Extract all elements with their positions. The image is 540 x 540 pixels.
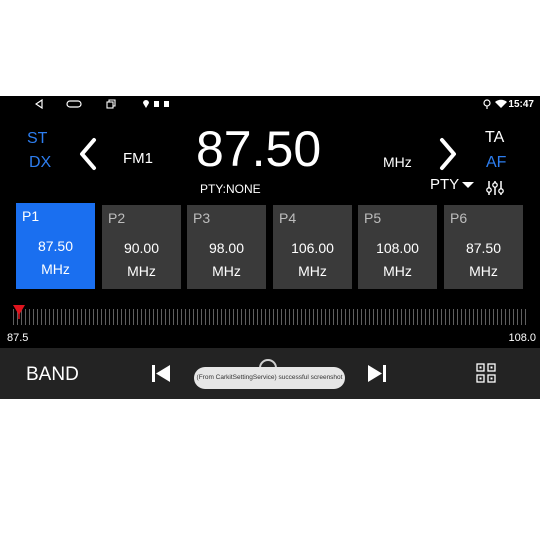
band-name: FM1 — [123, 150, 153, 167]
preset-unit: MHz — [469, 263, 498, 279]
preset-unit: MHz — [298, 263, 327, 279]
equalizer-icon[interactable] — [486, 180, 504, 196]
radio-screen: 15:47 ST DX FM1 87.50 MHz PTY:NONE TA AF… — [0, 96, 540, 399]
image-icon — [164, 101, 169, 107]
preset-unit: MHz — [383, 263, 412, 279]
preset-p6[interactable]: P6 87.50 MHz — [444, 205, 523, 289]
preset-unit: MHz — [212, 263, 241, 279]
preset-frequency: 106.00 — [291, 240, 334, 256]
next-track-icon[interactable] — [368, 365, 386, 382]
band-button[interactable]: BAND — [26, 364, 79, 386]
frequency-scale[interactable] — [7, 303, 533, 329]
preset-p3[interactable]: P3 98.00 MHz — [187, 205, 266, 289]
preset-name: P2 — [108, 210, 126, 226]
previous-track-icon[interactable] — [152, 365, 170, 382]
preset-name: P5 — [364, 210, 382, 226]
af-toggle[interactable]: AF — [486, 154, 506, 172]
keypad-grid-icon[interactable] — [476, 363, 496, 383]
seek-down-chevron-left-icon[interactable] — [76, 134, 100, 174]
seek-up-chevron-right-icon[interactable] — [436, 134, 460, 174]
preset-unit: MHz — [127, 263, 156, 279]
preset-list: P1 87.50 MHz P2 90.00 MHz P3 98.00 MHz P… — [16, 203, 526, 289]
location-icon — [143, 100, 149, 108]
back-icon[interactable] — [35, 99, 43, 109]
gps-icon — [483, 99, 491, 109]
pty-dropdown[interactable]: PTY — [430, 176, 475, 193]
stereo-toggle[interactable]: ST — [27, 130, 47, 148]
preset-p5[interactable]: P5 108.00 MHz — [358, 205, 437, 289]
current-frequency: 87.50 — [196, 121, 322, 177]
preset-name: P6 — [450, 210, 468, 226]
notification-icon — [154, 101, 159, 107]
preset-p4[interactable]: P4 106.00 MHz — [273, 205, 352, 289]
tuning-needle-icon[interactable] — [13, 305, 25, 319]
preset-p2[interactable]: P2 90.00 MHz — [102, 205, 181, 289]
preset-frequency: 87.50 — [37, 238, 74, 254]
preset-frequency: 98.00 — [208, 240, 245, 256]
home-icon[interactable] — [66, 99, 82, 109]
dx-toggle[interactable]: DX — [29, 154, 51, 172]
pty-dropdown-label: PTY — [430, 176, 460, 193]
preset-name: P1 — [22, 208, 40, 224]
pty-info: PTY:NONE — [200, 182, 261, 196]
preset-p1[interactable]: P1 87.50 MHz — [16, 203, 95, 289]
tuner-panel: ST DX FM1 87.50 MHz PTY:NONE TA AF PTY — [0, 114, 540, 204]
scale-max-label: 108.0 — [508, 332, 536, 344]
status-bar: 15:47 — [0, 96, 540, 114]
caret-down-icon — [462, 181, 475, 188]
screenshot-toast: (From CarkitSettingService) successful s… — [194, 367, 345, 389]
wifi-icon — [495, 99, 507, 108]
scale-ticks — [13, 309, 527, 325]
preset-name: P3 — [193, 210, 211, 226]
preset-frequency: 108.00 — [376, 240, 419, 256]
ta-toggle[interactable]: TA — [485, 129, 504, 147]
preset-unit: MHz — [41, 261, 70, 277]
clock: 15:47 — [508, 99, 534, 110]
frequency-unit: MHz — [383, 154, 412, 170]
recents-icon[interactable] — [106, 99, 116, 109]
preset-frequency: 90.00 — [123, 240, 160, 256]
preset-frequency: 87.50 — [465, 240, 502, 256]
scale-min-label: 87.5 — [7, 332, 29, 344]
preset-name: P4 — [279, 210, 297, 226]
